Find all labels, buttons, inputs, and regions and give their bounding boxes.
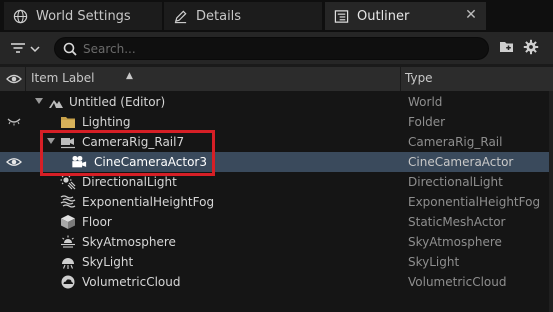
tree-row-volumetriccloud[interactable]: VolumetricCloud VolumetricCloud: [0, 272, 553, 292]
row-label: Lighting: [82, 115, 131, 129]
row-type: World: [408, 95, 443, 109]
scrollbar-track[interactable]: [549, 91, 553, 312]
row-label: SkyAtmosphere: [82, 235, 176, 249]
highlight-annotation-box: [40, 130, 215, 176]
row-type: VolumetricCloud: [408, 275, 507, 289]
filter-button[interactable]: [10, 40, 44, 58]
sun-icon: [60, 174, 76, 190]
row-label: ExponentialHeightFog: [82, 195, 215, 209]
tab-label: Outliner: [357, 8, 410, 24]
folder-icon: [60, 114, 76, 130]
row-label: Floor: [82, 215, 112, 229]
cloud-icon: [60, 274, 76, 290]
cube-icon: [60, 214, 76, 230]
sky-atmosphere-icon: [60, 234, 76, 250]
filter-icon: [10, 41, 26, 58]
visibility-column-icon[interactable]: [6, 72, 22, 86]
tree-row-lighting[interactable]: Lighting Folder: [0, 112, 553, 132]
chevron-down-icon: [30, 42, 40, 56]
list-icon: [333, 8, 349, 24]
type-column-header[interactable]: Type: [405, 71, 433, 85]
fog-icon: [60, 194, 76, 210]
search-input[interactable]: [83, 41, 463, 56]
row-type: CineCameraActor: [408, 155, 514, 169]
tab-details[interactable]: Details: [164, 2, 322, 30]
outliner-toolbar: [0, 32, 553, 64]
tab-label: World Settings: [36, 8, 131, 24]
tree-row-skylight[interactable]: SkyLight SkyLight: [0, 252, 553, 272]
row-label: SkyLight: [82, 255, 134, 269]
row-type: CameraRig_Rail: [408, 135, 503, 149]
row-type: DirectionalLight: [408, 175, 503, 189]
outliner-header: Item Label ▲ Type: [0, 67, 553, 91]
tab-outliner[interactable]: Outliner ✕: [325, 2, 486, 30]
settings-button[interactable]: [523, 39, 539, 58]
tab-world-settings[interactable]: World Settings: [4, 2, 162, 30]
close-icon[interactable]: ✕: [464, 8, 478, 22]
column-divider[interactable]: [400, 67, 401, 91]
search-box: [54, 37, 489, 60]
row-type: SkyAtmosphere: [408, 235, 502, 249]
eye-icon[interactable]: [6, 155, 22, 169]
row-label: Untitled (Editor): [69, 95, 166, 109]
tree-row-exponentialheightfog[interactable]: ExponentialHeightFog ExponentialHeightFo…: [0, 192, 553, 212]
search-icon: [63, 42, 77, 56]
item-label-column-header[interactable]: Item Label: [31, 71, 95, 85]
tab-bar: World Settings Details Outliner ✕: [0, 0, 553, 32]
row-label: DirectionalLight: [82, 175, 177, 189]
pencil-icon: [172, 8, 188, 24]
visibility-mixed-icon[interactable]: [6, 115, 22, 129]
add-folder-button[interactable]: [499, 40, 515, 56]
globe-icon: [12, 8, 28, 24]
row-type: StaticMeshActor: [408, 215, 506, 229]
row-type: SkyLight: [408, 255, 460, 269]
sort-ascending-icon: ▲: [126, 71, 133, 81]
add-folder-icon: [499, 39, 515, 57]
row-type: ExponentialHeightFog: [408, 195, 541, 209]
tree-row-floor[interactable]: Floor StaticMeshActor: [0, 212, 553, 232]
expand-arrow-icon[interactable]: [35, 98, 43, 104]
row-type: Folder: [408, 115, 446, 129]
tree-row-skyatmosphere[interactable]: SkyAtmosphere SkyAtmosphere: [0, 232, 553, 252]
gear-icon: [523, 39, 539, 58]
world-icon: [48, 94, 64, 110]
skylight-icon: [60, 254, 76, 270]
tree-row-untitled[interactable]: Untitled (Editor) World: [0, 92, 553, 112]
tab-label: Details: [196, 8, 242, 24]
column-divider: [25, 67, 26, 91]
row-label: VolumetricCloud: [82, 275, 181, 289]
